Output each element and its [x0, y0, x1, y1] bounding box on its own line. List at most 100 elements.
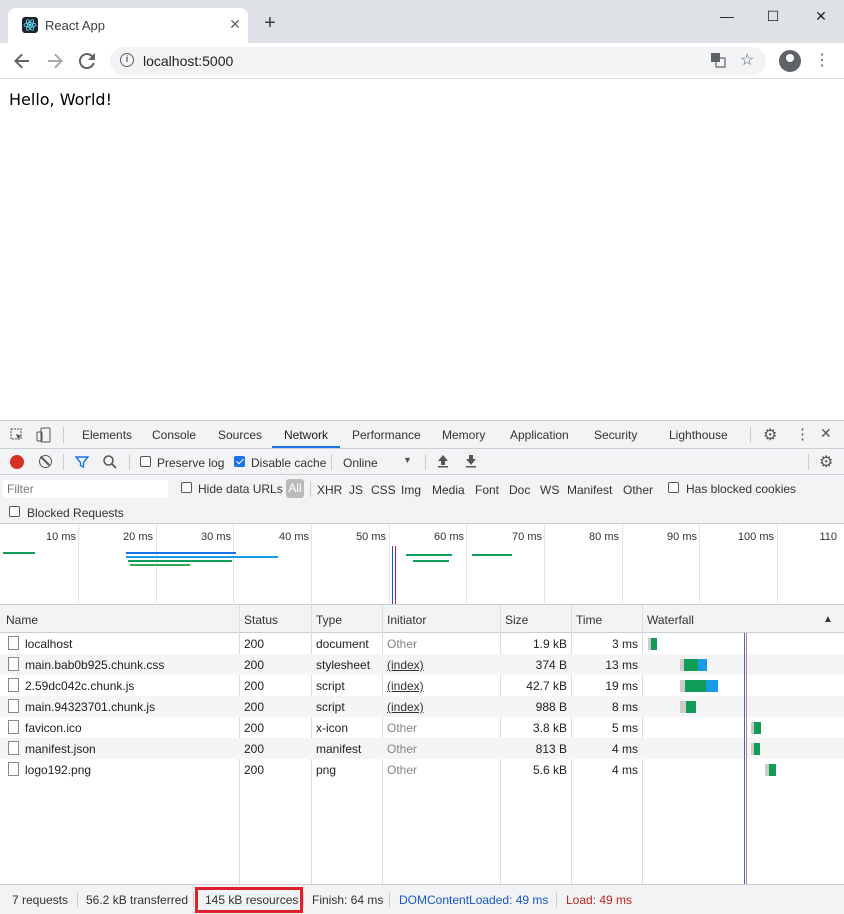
filter-type-img[interactable]: Img — [401, 483, 421, 497]
import-har-icon[interactable] — [437, 454, 449, 469]
tab-performance[interactable]: Performance — [352, 428, 421, 442]
browser-tab[interactable]: React App ✕ — [8, 8, 248, 43]
cell-type: script — [316, 700, 345, 714]
table-row[interactable]: 2.59dc042c.chunk.js 200 script (index) 42.7 … — [0, 675, 844, 696]
tab-sources[interactable]: Sources — [218, 428, 262, 442]
cell-status: 200 — [244, 658, 265, 672]
filter-type-xhr[interactable]: XHR — [317, 483, 342, 497]
column-header-initiator[interactable]: Initiator — [387, 613, 426, 627]
cell-status: 200 — [244, 742, 265, 756]
has-blocked-cookies-checkbox[interactable] — [668, 482, 679, 493]
disable-cache-checkbox[interactable] — [234, 456, 245, 467]
export-har-icon[interactable] — [465, 454, 477, 469]
new-tab-button[interactable]: + — [260, 13, 280, 34]
cell-name[interactable]: localhost — [25, 637, 72, 651]
tab-security[interactable]: Security — [594, 428, 637, 442]
preserve-log-checkbox[interactable] — [140, 456, 151, 467]
column-header-type[interactable]: Type — [316, 613, 342, 627]
close-window-button[interactable]: ✕ — [806, 4, 836, 28]
hide-data-urls-label[interactable]: Hide data URLs — [198, 482, 283, 496]
cell-initiator[interactable]: (index) — [387, 658, 424, 672]
cell-initiator[interactable]: (index) — [387, 679, 424, 693]
table-row[interactable]: logo192.png 200 png Other 5.6 kB 4 ms — [0, 759, 844, 780]
cell-type: script — [316, 679, 345, 693]
filter-type-ws[interactable]: WS — [540, 483, 559, 497]
forward-arrow-icon[interactable] — [43, 49, 67, 73]
blocked-requests-checkbox[interactable] — [9, 506, 20, 517]
table-row[interactable]: favicon.ico 200 x-icon Other 3.8 kB 5 ms — [0, 717, 844, 738]
cell-initiator[interactable]: (index) — [387, 700, 424, 714]
filter-type-css[interactable]: CSS — [371, 483, 396, 497]
table-row[interactable]: main.bab0b925.chunk.css 200 stylesheet (ind… — [0, 654, 844, 675]
tab-memory[interactable]: Memory — [442, 428, 485, 442]
cell-name[interactable]: main.94323701.chunk.js — [25, 700, 155, 714]
cell-name[interactable]: 2.59dc042c.chunk.js — [25, 679, 134, 693]
sort-ascending-icon[interactable]: ▲ — [823, 614, 833, 625]
tab-elements[interactable]: Elements — [82, 428, 132, 442]
search-icon[interactable] — [102, 454, 118, 470]
cell-name[interactable]: main.bab0b925.chunk.css — [25, 658, 164, 672]
filter-type-js[interactable]: JS — [349, 483, 363, 497]
address-bar[interactable]: i localhost:5000 ☆ — [110, 47, 766, 75]
hide-data-urls-checkbox[interactable] — [181, 482, 192, 493]
table-row[interactable]: main.94323701.chunk.js 200 script (index) 98… — [0, 696, 844, 717]
filter-type-doc[interactable]: Doc — [509, 483, 530, 497]
network-settings-gear-icon[interactable]: ⚙ — [819, 452, 833, 472]
cell-initiator: Other — [387, 763, 418, 777]
maximize-button[interactable]: ☐ — [758, 4, 788, 28]
cell-name[interactable]: logo192.png — [25, 763, 91, 777]
cell-initiator: Other — [387, 721, 418, 735]
browser-title-bar: React App ✕ + — ☐ ✕ — [0, 0, 844, 43]
column-header-time[interactable]: Time — [576, 613, 602, 627]
back-arrow-icon[interactable] — [10, 49, 34, 73]
filter-type-other[interactable]: Other — [623, 483, 653, 497]
inspect-element-icon[interactable] — [10, 428, 24, 442]
devtools-close-icon[interactable]: ✕ — [820, 425, 832, 442]
has-blocked-cookies-label[interactable]: Has blocked cookies — [686, 482, 796, 496]
browser-menu-icon[interactable]: ⋮ — [812, 49, 832, 73]
blocked-requests-label[interactable]: Blocked Requests — [27, 506, 124, 520]
url-text[interactable]: localhost:5000 — [143, 53, 233, 69]
waterfall-bar — [754, 722, 761, 734]
disable-cache-label[interactable]: Disable cache — [251, 456, 326, 470]
site-info-icon[interactable]: i — [120, 53, 134, 67]
preserve-log-label[interactable]: Preserve log — [157, 456, 224, 470]
tab-console[interactable]: Console — [152, 428, 196, 442]
column-header-size[interactable]: Size — [505, 613, 528, 627]
minimize-button[interactable]: — — [712, 4, 742, 28]
waterfall-bar — [769, 764, 776, 776]
filter-type-media[interactable]: Media — [432, 483, 465, 497]
column-header-waterfall[interactable]: Waterfall — [647, 613, 694, 627]
throttle-dropdown-icon[interactable]: ▼ — [403, 455, 412, 465]
cell-name[interactable]: manifest.json — [25, 742, 96, 756]
tab-lighthouse[interactable]: Lighthouse — [669, 428, 728, 442]
filter-type-all[interactable]: All — [286, 479, 304, 498]
file-icon — [8, 741, 19, 755]
column-header-status[interactable]: Status — [244, 613, 278, 627]
profile-avatar-icon[interactable] — [779, 50, 801, 72]
filter-type-font[interactable]: Font — [475, 483, 499, 497]
table-row[interactable]: localhost 200 document Other 1.9 kB 3 ms — [0, 633, 844, 654]
table-row[interactable]: manifest.json 200 manifest Other 813 B 4 ms — [0, 738, 844, 759]
tab-close-icon[interactable]: ✕ — [226, 15, 244, 33]
clear-icon[interactable] — [39, 455, 52, 468]
network-overview-timeline[interactable]: 10 ms 20 ms 30 ms 40 ms 50 ms 60 ms 70 m… — [0, 524, 844, 605]
filter-type-manifest[interactable]: Manifest — [567, 483, 612, 497]
settings-gear-icon[interactable]: ⚙ — [763, 425, 777, 445]
tab-application[interactable]: Application — [510, 428, 569, 442]
active-tab-indicator — [272, 446, 340, 448]
filter-input[interactable] — [3, 480, 168, 498]
tab-network[interactable]: Network — [284, 428, 328, 442]
record-icon[interactable] — [10, 455, 24, 469]
throttling-select[interactable]: Online — [343, 456, 378, 470]
overview-bar — [3, 552, 35, 554]
cell-size: 42.7 kB — [526, 679, 567, 693]
device-toolbar-icon[interactable] — [36, 427, 52, 443]
cell-name[interactable]: favicon.ico — [25, 721, 82, 735]
column-header-name[interactable]: Name — [6, 613, 38, 627]
reload-icon[interactable] — [75, 49, 99, 73]
devtools-more-icon[interactable]: ⋮ — [795, 425, 810, 443]
bookmark-star-icon[interactable]: ☆ — [740, 50, 754, 70]
translate-icon[interactable] — [710, 52, 726, 68]
filter-funnel-icon[interactable] — [74, 455, 90, 469]
